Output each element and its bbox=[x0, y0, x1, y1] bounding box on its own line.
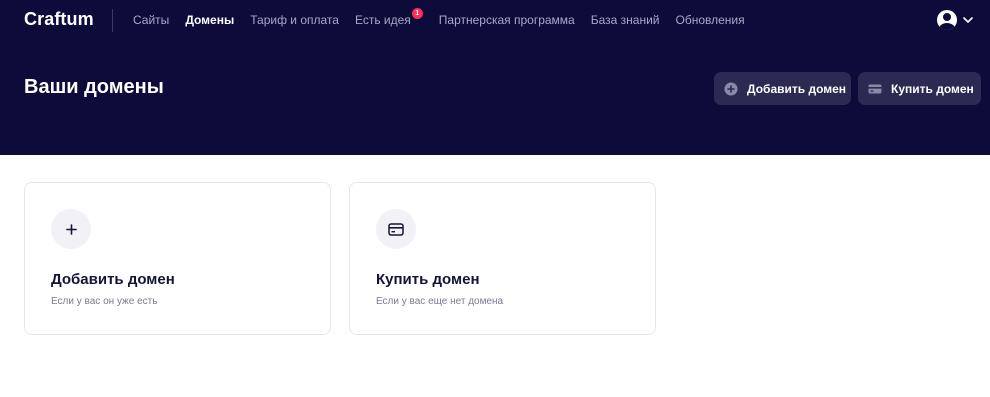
account-menu[interactable] bbox=[937, 10, 979, 30]
add-domain-card-title: Добавить домен bbox=[51, 271, 175, 288]
nav-item-sites[interactable]: Сайты bbox=[133, 12, 169, 28]
nav-item-idea-label: Есть идея bbox=[354, 13, 411, 27]
credit-card-icon bbox=[376, 209, 416, 249]
add-domain-card[interactable]: Добавить домен Если у вас он уже есть bbox=[24, 182, 331, 335]
credit-card-icon bbox=[868, 82, 882, 96]
user-avatar-icon bbox=[937, 10, 957, 30]
header-banner: Craftum Сайты Домены Тариф и оплата Есть… bbox=[0, 0, 990, 155]
page-title: Ваши домены bbox=[24, 76, 164, 98]
nav-item-updates[interactable]: Обновления bbox=[676, 12, 745, 28]
nav-item-idea[interactable]: Есть идея 1 bbox=[354, 8, 423, 28]
add-domain-button-label: Добавить домен bbox=[747, 81, 847, 96]
nav-menu: Сайты Домены Тариф и оплата Есть идея 1 … bbox=[133, 8, 761, 28]
top-navigation: Craftum Сайты Домены Тариф и оплата Есть… bbox=[0, 0, 990, 40]
chevron-down-icon bbox=[963, 15, 973, 25]
plus-circle-icon bbox=[724, 82, 738, 96]
buy-domain-button-label: Купить домен bbox=[891, 81, 974, 96]
notification-badge: 1 bbox=[411, 8, 423, 19]
plus-icon bbox=[51, 209, 91, 249]
buy-domain-button[interactable]: Купить домен bbox=[858, 72, 981, 105]
nav-item-partner[interactable]: Партнерская программа bbox=[439, 12, 575, 28]
craftum-logo[interactable]: Craftum bbox=[24, 9, 94, 30]
buy-domain-card-title: Купить домен bbox=[376, 271, 480, 288]
nav-item-knowledge-base[interactable]: База знаний bbox=[591, 12, 660, 28]
add-domain-card-subtitle: Если у вас он уже есть bbox=[51, 296, 158, 307]
logo-divider bbox=[112, 9, 113, 32]
nav-item-domains[interactable]: Домены bbox=[185, 12, 234, 28]
add-domain-button[interactable]: Добавить домен bbox=[714, 72, 851, 105]
buy-domain-card[interactable]: Купить домен Если у вас еще нет домена bbox=[349, 182, 656, 335]
nav-item-tariff[interactable]: Тариф и оплата bbox=[250, 12, 339, 28]
buy-domain-card-subtitle: Если у вас еще нет домена bbox=[376, 296, 504, 307]
